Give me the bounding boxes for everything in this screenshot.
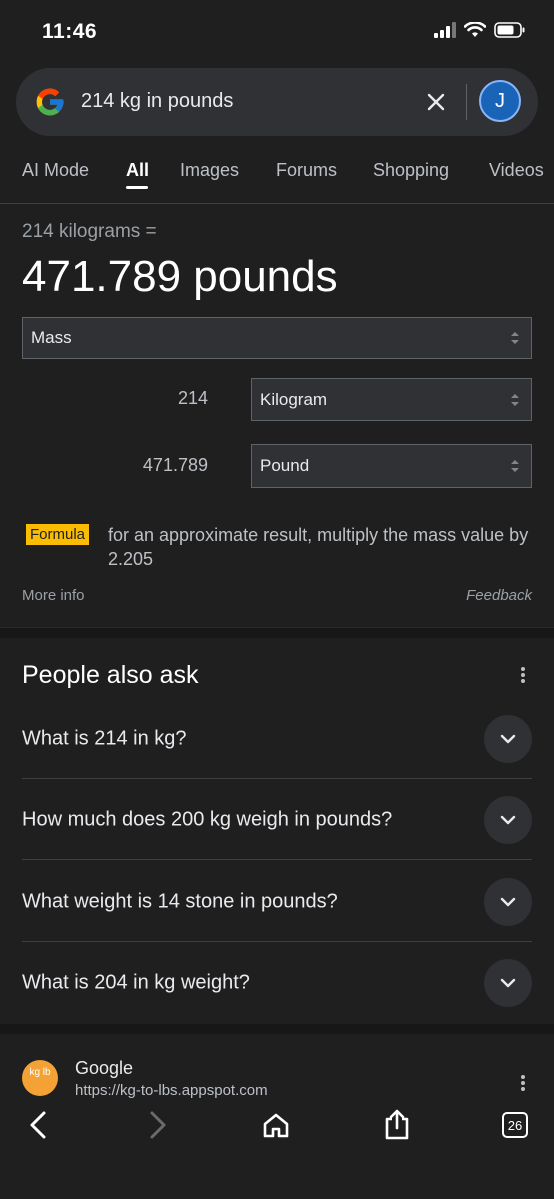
chevron-down-icon bbox=[500, 815, 516, 824]
active-tab-indicator bbox=[126, 186, 148, 189]
browser-toolbar: 26 bbox=[0, 1098, 554, 1199]
wifi-icon bbox=[464, 22, 486, 37]
signal-icon bbox=[434, 22, 456, 38]
tabs-divider bbox=[0, 203, 554, 204]
search-bar[interactable]: 214 kg in pounds J bbox=[16, 68, 538, 136]
home-icon[interactable] bbox=[262, 1112, 290, 1138]
search-divider bbox=[466, 84, 467, 120]
paa-question-item[interactable]: What weight is 14 stone in pounds? bbox=[22, 861, 532, 942]
conversion-query: 214 kilograms = bbox=[22, 221, 157, 242]
result-site-name[interactable]: Google bbox=[75, 1058, 133, 1079]
category-select-label: Mass bbox=[31, 328, 72, 347]
more-options-icon[interactable] bbox=[520, 666, 526, 684]
paa-expand-button[interactable] bbox=[484, 714, 532, 763]
paa-question-text: What is 214 in kg? bbox=[22, 727, 187, 749]
chevron-down-icon bbox=[500, 897, 516, 906]
feedback-link[interactable]: Feedback bbox=[466, 587, 532, 604]
to-unit-select[interactable]: Pound bbox=[251, 444, 532, 488]
status-icons bbox=[434, 22, 526, 38]
tab-count: 26 bbox=[507, 1117, 523, 1133]
back-icon[interactable] bbox=[26, 1110, 50, 1140]
select-arrows-icon bbox=[511, 393, 519, 406]
google-logo-icon bbox=[36, 88, 64, 116]
result-url[interactable]: https://kg-to-lbs.appspot.com bbox=[75, 1082, 268, 1099]
search-tabs: AI Mode All Images Forums Shopping Video… bbox=[0, 148, 554, 194]
select-arrows-icon bbox=[511, 460, 519, 472]
section-separator bbox=[0, 627, 554, 638]
paa-expand-button[interactable] bbox=[484, 958, 532, 1007]
people-also-ask-title: People also ask bbox=[22, 661, 199, 689]
paa-question-text: What weight is 14 stone in pounds? bbox=[22, 890, 338, 912]
chevron-down-icon bbox=[500, 978, 516, 987]
formula-text: for an approximate result, multiply the … bbox=[108, 525, 529, 569]
tab-forums[interactable]: Forums bbox=[276, 160, 337, 181]
battery-icon bbox=[494, 22, 525, 38]
to-unit-label: Pound bbox=[260, 456, 310, 475]
paa-divider bbox=[22, 859, 532, 860]
to-value-input[interactable]: 471.789 bbox=[88, 455, 208, 476]
tab-all[interactable]: All bbox=[126, 160, 149, 181]
paa-question-text: What is 204 in kg weight? bbox=[22, 971, 250, 993]
chevron-down-icon bbox=[500, 734, 516, 743]
share-icon[interactable] bbox=[383, 1108, 411, 1140]
from-unit-select[interactable]: Kilogram bbox=[251, 378, 532, 421]
conversion-result: 471.789 pounds bbox=[22, 252, 338, 301]
section-separator bbox=[0, 1024, 554, 1034]
tab-images[interactable]: Images bbox=[180, 160, 239, 181]
status-bar: 11:46 bbox=[0, 0, 554, 64]
close-icon[interactable] bbox=[424, 90, 448, 114]
paa-expand-button[interactable] bbox=[484, 877, 532, 926]
paa-question-item[interactable]: How much does 200 kg weigh in pounds? bbox=[22, 779, 532, 860]
paa-question-item[interactable]: What is 214 in kg? bbox=[22, 698, 532, 779]
tab-ai-mode[interactable]: AI Mode bbox=[22, 160, 89, 181]
select-arrows-icon bbox=[511, 332, 519, 344]
more-info-link[interactable]: More info bbox=[22, 587, 85, 604]
forward-icon[interactable] bbox=[146, 1110, 170, 1140]
more-options-icon[interactable] bbox=[520, 1074, 526, 1092]
avatar[interactable]: J bbox=[479, 80, 521, 122]
formula-badge: Formula bbox=[26, 524, 90, 545]
tabs-button[interactable]: 26 bbox=[502, 1112, 528, 1138]
tab-videos[interactable]: Videos bbox=[489, 160, 544, 181]
tab-shopping[interactable]: Shopping bbox=[373, 160, 449, 181]
from-value-input[interactable]: 214 bbox=[88, 388, 208, 409]
site-favicon: kg lb bbox=[22, 1060, 58, 1096]
status-time: 11:46 bbox=[42, 20, 98, 43]
from-unit-label: Kilogram bbox=[260, 389, 328, 409]
category-select[interactable]: Mass bbox=[22, 317, 532, 359]
paa-expand-button[interactable] bbox=[484, 795, 532, 844]
paa-question-item[interactable]: What is 204 in kg weight? bbox=[22, 942, 532, 1023]
favicon-text: kg lb bbox=[29, 1067, 51, 1078]
paa-question-text: How much does 200 kg weigh in pounds? bbox=[22, 808, 393, 830]
search-input[interactable]: 214 kg in pounds bbox=[81, 90, 233, 113]
